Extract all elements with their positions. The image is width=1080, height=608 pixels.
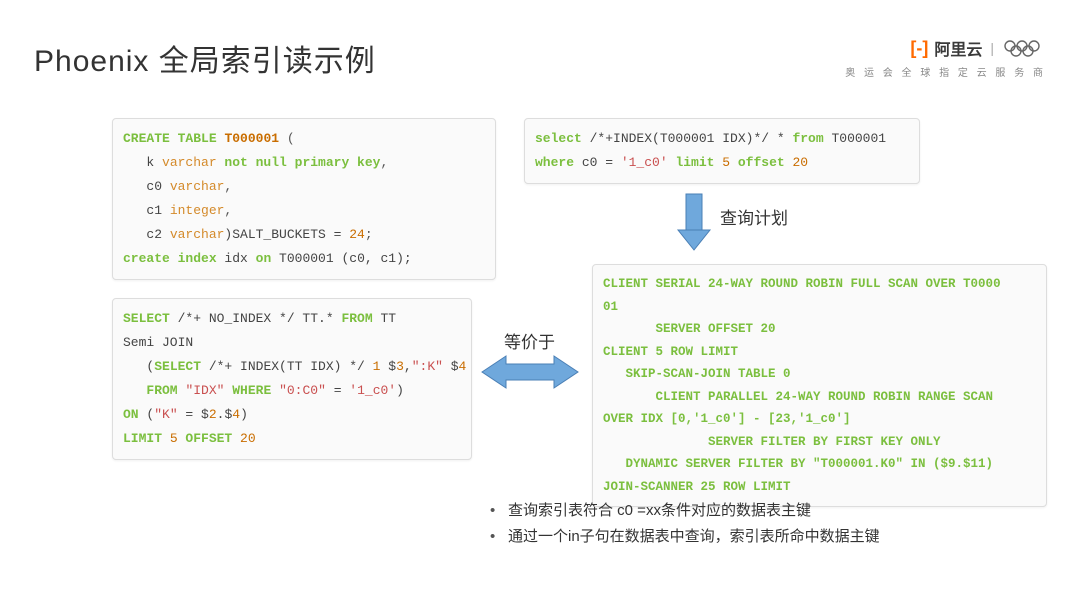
t: ( [287,131,295,146]
t: where [535,155,574,170]
t: CLIENT SERIAL 24-WAY ROUND ROBIN FULL SC… [603,277,1001,291]
t: varchar [170,227,225,242]
t: FROM [341,311,372,326]
bullet-list: 查询索引表符合 c0 =xx条件对应的数据表主键 通过一个in子句在数据表中查询… [490,498,880,549]
t: , [380,155,388,170]
t: 5 [714,155,730,170]
t: 4 [459,359,467,374]
label-plan: 查询计划 [720,204,788,229]
t: WHERE [224,383,271,398]
t: , [224,203,232,218]
code-exec-plan: CLIENT SERIAL 24-WAY ROUND ROBIN FULL SC… [592,264,1047,507]
t: varchar [170,179,225,194]
t: DYNAMIC SERVER FILTER BY "T000001.K0" IN… [603,457,993,471]
brand-tagline: 奥 运 会 全 球 指 定 云 服 务 商 [845,64,1046,79]
t: SERVER FILTER BY FIRST KEY ONLY [603,435,941,449]
arrow-left-right-icon [480,350,580,394]
t: T000001 [824,131,886,146]
t: , [404,359,412,374]
t: c2 [123,227,170,242]
t: "K" [154,407,177,422]
t: '1_c0' [621,155,668,170]
t: select [535,131,582,146]
t: = [326,383,349,398]
t: integer [170,203,225,218]
t: Semi JOIN [123,335,193,350]
t: k [123,155,162,170]
t: $ [443,359,459,374]
bullet-2: 通过一个in子句在数据表中查询，索引表所命中数据主键 [490,524,880,550]
t: ; [365,227,373,242]
page-title: Phoenix 全局索引读示例 [34,36,376,80]
t: ( [139,407,155,422]
alicloud-bracket-icon: [-] [910,38,928,59]
t: JOIN-SCANNER 25 ROW LIMIT [603,480,791,494]
t: = $ [178,407,209,422]
t: create index [123,251,217,266]
t: )SALT_BUCKETS = [224,227,349,242]
t: T000001 (c0, c1); [271,251,411,266]
t: 01 [603,300,618,314]
t: $ [380,359,396,374]
t: '1_c0' [349,383,396,398]
t: , [224,179,232,194]
t: ) [240,407,248,422]
brand-block: [-] 阿里云 | 奥 运 会 全 球 指 定 云 服 务 商 [845,36,1046,79]
t: ":K" [412,359,443,374]
t: not null primary key [217,155,381,170]
t: from [792,131,823,146]
t: T000001 [224,131,279,146]
t: ( [123,359,154,374]
t: OFFSET [178,431,233,446]
t: /*+INDEX(T000001 IDX)*/ * [582,131,793,146]
t: 3 [396,359,404,374]
t: on [256,251,272,266]
divider: | [988,40,996,56]
t: LIMIT [123,431,162,446]
label-equiv: 等价于 [504,328,555,353]
arrow-down-icon [674,192,714,254]
t: TT [373,311,396,326]
t: "IDX" [185,383,224,398]
code-select-index: select /*+INDEX(T000001 IDX)*/ * from T0… [524,118,920,184]
t: limit [668,155,715,170]
t: 4 [232,407,240,422]
t: 2 [209,407,217,422]
t: c0 [123,179,170,194]
t: SELECT [123,311,170,326]
code-select-noindex: SELECT /*+ NO_INDEX */ TT.* FROM TT Semi… [112,298,472,460]
bullet-1: 查询索引表符合 c0 =xx条件对应的数据表主键 [490,498,880,524]
t: CLIENT 5 ROW LIMIT [603,345,738,359]
t: c0 = [574,155,621,170]
t: varchar [162,155,217,170]
t: ) [396,383,404,398]
t: idx [217,251,256,266]
t: FROM [146,383,177,398]
code-create-table: CREATE TABLE T000001 ( k varchar not nul… [112,118,496,280]
t: 20 [232,431,255,446]
t: c1 [123,203,170,218]
t: ON [123,407,139,422]
t: 24 [349,227,365,242]
t: OVER IDX [0,'1_c0'] - [23,'1_c0'] [603,412,851,426]
olympic-rings-icon [1002,38,1046,58]
brand-name: 阿里云 [934,36,982,60]
t: /*+ NO_INDEX */ TT.* [170,311,342,326]
t: SERVER OFFSET 20 [603,322,776,336]
brand-row: [-] 阿里云 | [845,36,1046,60]
t: /*+ INDEX(TT IDX) */ [201,359,373,374]
t: "0:C0" [279,383,326,398]
slide: Phoenix 全局索引读示例 [-] 阿里云 | 奥 运 会 全 球 指 定 … [0,0,1080,608]
t: .$ [217,407,233,422]
t [271,383,279,398]
t: SELECT [154,359,201,374]
t: CLIENT PARALLEL 24-WAY ROUND ROBIN RANGE… [603,390,993,404]
t [123,383,146,398]
t: SKIP-SCAN-JOIN TABLE 0 [603,367,791,381]
t: 20 [785,155,808,170]
t: 5 [162,431,178,446]
t: CREATE TABLE [123,131,217,146]
t: offset [730,155,785,170]
